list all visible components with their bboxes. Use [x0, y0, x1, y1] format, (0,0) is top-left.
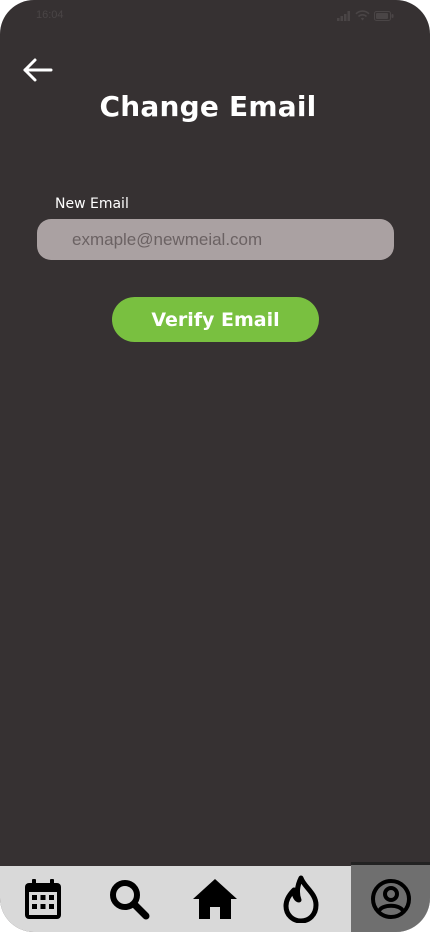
status-bar: 16:04: [0, 0, 430, 32]
battery-icon: [374, 10, 394, 21]
verify-email-button[interactable]: Verify Email: [112, 297, 319, 342]
email-label: New Email: [55, 196, 129, 212]
home-icon: [193, 879, 237, 919]
status-time: 16:04: [36, 9, 64, 21]
back-button[interactable]: [20, 56, 56, 86]
calendar-icon: [25, 879, 61, 919]
nav-item-profile[interactable]: [351, 862, 430, 932]
page-title: Change Email: [99, 90, 317, 123]
new-email-field[interactable]: [37, 219, 394, 260]
signal-icon: [337, 10, 350, 21]
wifi-icon: [355, 10, 370, 21]
profile-icon: [370, 878, 411, 919]
nav-item-calendar[interactable]: [0, 866, 86, 932]
nav-item-trending[interactable]: [258, 866, 344, 932]
search-icon: [110, 880, 150, 920]
phone-screen: 16:04 Change Email New Email exmaple@new…: [0, 0, 430, 932]
flame-icon: [283, 875, 319, 923]
nav-item-home[interactable]: [172, 866, 258, 932]
nav-item-search[interactable]: [86, 866, 172, 932]
arrow-left-icon: [23, 58, 53, 82]
bottom-nav: [0, 862, 430, 932]
status-icons: [337, 10, 394, 21]
